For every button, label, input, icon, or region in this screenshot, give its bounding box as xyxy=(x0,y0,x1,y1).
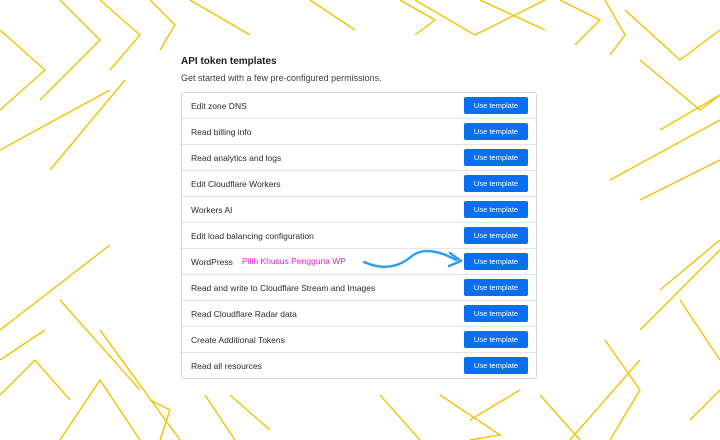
template-label: Read all resources xyxy=(191,360,262,371)
template-label: WordPress xyxy=(191,256,233,267)
use-template-button[interactable]: Use template xyxy=(464,201,528,218)
table-row: Create Additional Tokens Use template xyxy=(182,327,536,353)
template-label: Workers AI xyxy=(191,204,233,215)
template-label: Read and write to Cloudflare Stream and … xyxy=(191,282,376,293)
table-row: Edit zone DNS Use template xyxy=(182,93,536,119)
use-template-button[interactable]: Use template xyxy=(464,227,528,244)
template-label: Edit load balancing configuration xyxy=(191,230,314,241)
annotation-text: Pilih Khusus Pengguna WP xyxy=(242,256,346,266)
table-row: Workers AI Use template xyxy=(182,197,536,223)
templates-table: Edit zone DNS Use template Read billing … xyxy=(181,92,537,379)
api-token-templates-section: API token templates Get started with a f… xyxy=(181,56,537,379)
use-template-button[interactable]: Use template xyxy=(464,253,528,270)
table-row: Edit Cloudflare Workers Use template xyxy=(182,171,536,197)
template-label: Edit zone DNS xyxy=(191,100,247,111)
use-template-button[interactable]: Use template xyxy=(464,357,528,374)
template-label: Read analytics and logs xyxy=(191,152,282,163)
annotation-arrow-icon xyxy=(362,249,463,268)
table-row: Read all resources Use template xyxy=(182,353,536,378)
use-template-button[interactable]: Use template xyxy=(464,305,528,322)
template-label: Read billing info xyxy=(191,126,252,137)
template-label: Create Additional Tokens xyxy=(191,334,285,345)
use-template-button[interactable]: Use template xyxy=(464,331,528,348)
template-label: Edit Cloudflare Workers xyxy=(191,178,281,189)
table-row: Read billing info Use template xyxy=(182,119,536,145)
use-template-button[interactable]: Use template xyxy=(464,123,528,140)
use-template-button[interactable]: Use template xyxy=(464,175,528,192)
table-row: WordPress Use template xyxy=(182,249,536,275)
template-label: Read Cloudflare Radar data xyxy=(191,308,297,319)
use-template-button[interactable]: Use template xyxy=(464,149,528,166)
table-row: Read analytics and logs Use template xyxy=(182,145,536,171)
table-row: Read and write to Cloudflare Stream and … xyxy=(182,275,536,301)
page-subtitle: Get started with a few pre-configured pe… xyxy=(181,73,382,83)
table-row: Read Cloudflare Radar data Use template xyxy=(182,301,536,327)
page-title: API token templates xyxy=(181,56,277,67)
use-template-button[interactable]: Use template xyxy=(464,97,528,114)
use-template-button[interactable]: Use template xyxy=(464,279,528,296)
table-row: Edit load balancing configuration Use te… xyxy=(182,223,536,249)
